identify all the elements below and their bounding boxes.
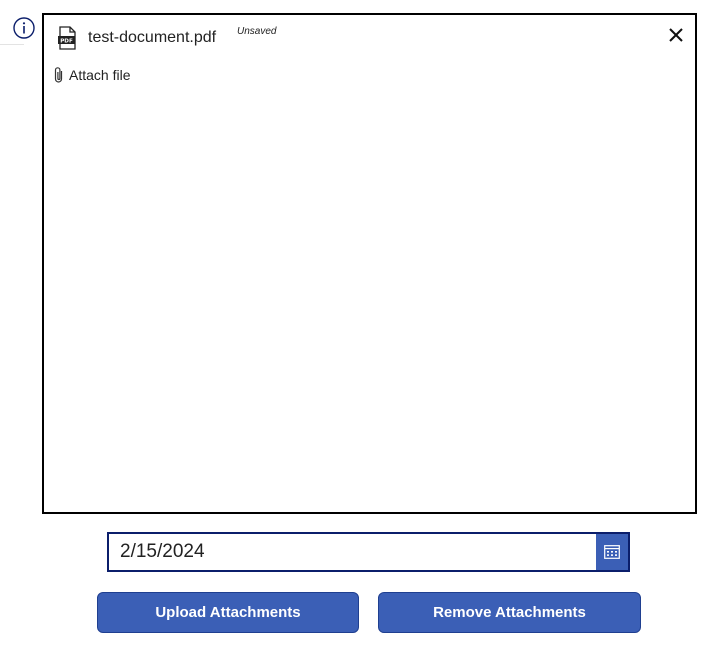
upload-attachments-button[interactable]: Upload Attachments bbox=[97, 592, 359, 633]
date-picker[interactable]: 2/15/2024 bbox=[107, 532, 630, 572]
calendar-icon bbox=[604, 545, 620, 559]
info-divider bbox=[0, 44, 24, 45]
attach-file-link[interactable]: Attach file bbox=[53, 66, 130, 84]
date-value[interactable]: 2/15/2024 bbox=[120, 534, 205, 570]
remove-attachments-button[interactable]: Remove Attachments bbox=[378, 592, 641, 633]
attach-file-label: Attach file bbox=[69, 67, 131, 83]
svg-text:PDF: PDF bbox=[60, 38, 73, 44]
paperclip-icon bbox=[54, 67, 63, 83]
calendar-button[interactable] bbox=[596, 534, 628, 570]
unsaved-badge: Unsaved bbox=[237, 26, 277, 37]
close-icon bbox=[669, 28, 683, 42]
attachments-panel: PDF test-document.pdf Unsaved Attach fil… bbox=[42, 13, 697, 514]
attachment-file-name[interactable]: test-document.pdf bbox=[88, 29, 216, 47]
remove-attachment-button[interactable] bbox=[667, 26, 685, 44]
info-icon[interactable] bbox=[13, 17, 35, 39]
pdf-file-icon: PDF bbox=[58, 26, 76, 50]
page: PDF test-document.pdf Unsaved Attach fil… bbox=[0, 0, 703, 659]
attachment-item[interactable]: PDF test-document.pdf Unsaved bbox=[56, 25, 276, 51]
